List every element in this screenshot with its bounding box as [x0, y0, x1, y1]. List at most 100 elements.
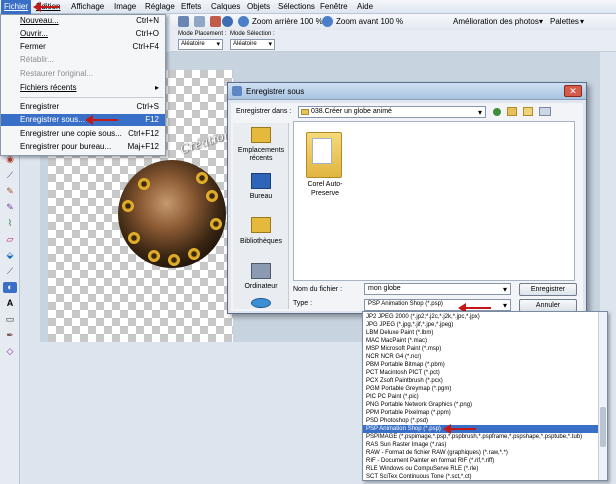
annotation-arrow [33, 2, 60, 12]
menu-item-retablir: Rétablir... [20, 55, 54, 64]
menu-item-fermer[interactable]: Fermer Ctrl+F4 [1, 41, 165, 53]
file-list[interactable]: Corel Auto-Preserve [293, 121, 575, 281]
file-type-option[interactable]: PGM Portable Greymap (*.pgm) [363, 385, 598, 393]
filename-label: Nom du fichier : [293, 286, 343, 293]
photo-enhance-dropdown-icon[interactable]: ▾ [539, 17, 543, 26]
menu-aide[interactable]: Aide [357, 2, 373, 11]
brush-icon[interactable]: ✎ [3, 186, 17, 197]
selection-label: Mode Sélection : [230, 31, 275, 37]
back-icon[interactable] [493, 108, 501, 116]
menu-image[interactable]: Image [114, 2, 136, 11]
menu-objets[interactable]: Objets [247, 2, 270, 11]
save-in-select[interactable]: 038.Créer un globe animé [298, 106, 486, 118]
folder-name[interactable]: Corel Auto-Preserve [296, 180, 354, 198]
close-icon[interactable]: ✕ [564, 85, 582, 97]
palettes-menu[interactable]: Palettes [550, 17, 579, 26]
zoom-in-icon[interactable] [322, 16, 333, 27]
place-computer[interactable]: Ordinateur [233, 283, 289, 291]
place-libraries[interactable]: Bibliothèques [233, 238, 289, 246]
eyedropper-icon[interactable]: ⟋ [3, 170, 17, 181]
menu-item-fichiers-recents[interactable]: Fichiers récents ▸ [1, 82, 165, 94]
scrollbar-thumb[interactable] [600, 407, 606, 447]
menu-item-ouvrir[interactable]: Ouvrir... Ctrl+O [1, 28, 165, 40]
file-type-option[interactable]: PCT Macintosh PICT (*.pct) [363, 369, 598, 377]
file-type-option[interactable]: PBM Portable Bitmap (*.pbm) [363, 361, 598, 369]
recent-places-icon [251, 127, 271, 143]
file-type-option[interactable]: JP2 JPEG 2000 (*.jp2;*.j2c,*.j2k,*.jpc,*… [363, 313, 598, 321]
new-folder-icon[interactable] [523, 107, 533, 116]
menu-calques[interactable]: Calques [211, 2, 240, 11]
menu-affichage[interactable]: Affichage [71, 2, 104, 11]
menu-selections[interactable]: Sélections [278, 2, 315, 11]
file-type-option[interactable]: JPG JPEG (*.jpg,*.jif,*.jpe,*.jpeg) [363, 321, 598, 329]
menu-effets[interactable]: Effets [181, 2, 201, 11]
zoom-in-button[interactable]: Zoom avant 100 % [336, 17, 403, 26]
airbrush-icon[interactable]: ⟋ [3, 266, 17, 277]
zoom-out-button[interactable]: Zoom arrière 100 % [252, 17, 323, 26]
menu-item-enregistrer-sous[interactable]: Enregistrer sous... F12 [1, 114, 165, 126]
file-menu-dropdown: Nouveau... Ctrl+N Ouvrir... Ctrl+O Fermer C… [0, 14, 166, 156]
save-button[interactable]: Enregistrer [519, 283, 577, 296]
annotation-arrow [443, 424, 476, 434]
type-select[interactable]: PSP Animation Shop (*.psp) [364, 299, 511, 311]
file-type-option[interactable]: PSD Photoshop (*.psd) [363, 417, 598, 425]
selection-select[interactable]: Aléatoire [230, 39, 275, 50]
document-preview-icon [312, 138, 332, 164]
file-type-option[interactable]: RAS Sun Raster Image (*.ras) [363, 441, 598, 449]
fill-icon[interactable]: ⬙ [3, 250, 17, 261]
zoom-out-icon[interactable] [238, 16, 249, 27]
menu-item-enregistrer-copie[interactable]: Enregistrer une copie sous... Ctrl+F12 [1, 128, 165, 140]
retouch-icon[interactable]: ⌇ [3, 218, 17, 229]
dialog-titlebar: Enregistrer sous ✕ [228, 83, 586, 100]
places-bar: Emplacements récents Bureau Bibliothèque… [233, 123, 289, 309]
file-type-option[interactable]: NCR NCR G4 (*.ncr) [363, 353, 598, 361]
type-label: Type : [293, 300, 313, 307]
app-icon [232, 86, 242, 96]
file-type-option[interactable]: MAC MacPaint (*.mac) [363, 337, 598, 345]
file-type-option[interactable]: SCT SciTex Continuous Tone (*.sct,*.ct) [363, 473, 598, 480]
annotation-arrow [85, 115, 118, 125]
color-icon[interactable] [210, 16, 221, 27]
warp-icon[interactable]: ◇ [3, 346, 17, 357]
shape-icon[interactable]: ▭ [3, 314, 17, 325]
photo-enhance-menu[interactable]: Amélioration des photos [453, 17, 539, 26]
eraser-icon[interactable]: ▱ [3, 234, 17, 245]
crop-icon[interactable] [178, 16, 189, 27]
file-type-option[interactable]: PSP Animation Shop (*.psp) [363, 425, 598, 433]
pen-icon[interactable]: ✒ [3, 330, 17, 341]
network-icon[interactable] [251, 298, 271, 308]
file-type-option[interactable]: MSP Microsoft Paint (*.msp) [363, 345, 598, 353]
info-icon[interactable] [222, 16, 233, 27]
file-type-option[interactable]: PCX Zsoft Paintbrush (*.pcx) [363, 377, 598, 385]
computer-icon [251, 263, 271, 279]
up-folder-icon[interactable] [507, 107, 517, 116]
menu-item-enregistrer-bureau[interactable]: Enregistrer pour bureau... Maj+F12 [1, 141, 165, 153]
place-recent[interactable]: Emplacements récents [233, 147, 289, 163]
picture-tube-icon[interactable]: ◐ [3, 282, 17, 293]
placement-select[interactable]: Aléatoire [178, 39, 223, 50]
filename-input[interactable]: mon globe [364, 283, 511, 295]
file-type-option[interactable]: PIC PC Paint (*.pic) [363, 393, 598, 401]
file-type-list: JP2 JPEG 2000 (*.jp2;*.j2c,*.j2k,*.jpc,*… [362, 311, 608, 481]
globe-image [118, 160, 226, 268]
palettes-dropdown-icon[interactable]: ▾ [580, 17, 584, 26]
menu-item-nouveau[interactable]: Nouveau... Ctrl+N [1, 15, 165, 27]
file-type-option[interactable]: PPM Portable Pixelmap (*.ppm) [363, 409, 598, 417]
menu-fichier[interactable]: Fichier [1, 0, 32, 14]
text-tool-icon[interactable]: A [3, 298, 17, 309]
file-type-option[interactable]: PNG Portable Network Graphics (*.png) [363, 401, 598, 409]
file-type-option[interactable]: RAW - Format de fichier RAW (graphiques)… [363, 449, 598, 457]
menu-item-enregistrer[interactable]: Enregistrer Ctrl+S [1, 101, 165, 113]
file-type-option[interactable]: RIF - Document Painter en format RIF (*.… [363, 457, 598, 465]
grid-icon[interactable] [194, 16, 205, 27]
menu-reglage[interactable]: Réglage [145, 2, 175, 11]
clone-brush-icon[interactable]: ✎ [3, 202, 17, 213]
file-type-option[interactable]: RLE Windows ou CompuServe RLE (*.rle) [363, 465, 598, 473]
view-menu-icon[interactable] [539, 107, 551, 116]
place-desktop[interactable]: Bureau [233, 193, 289, 201]
file-type-option[interactable]: LBM Deluxe Paint (*.lbm) [363, 329, 598, 337]
file-type-option[interactable]: PSPIMAGE (*.pspimage,*.psp,*.pspbrush,*.… [363, 433, 598, 441]
scrollbar[interactable] [598, 312, 607, 480]
menu-fenetre[interactable]: Fenêtre [320, 2, 348, 11]
folder-icon [301, 109, 309, 115]
